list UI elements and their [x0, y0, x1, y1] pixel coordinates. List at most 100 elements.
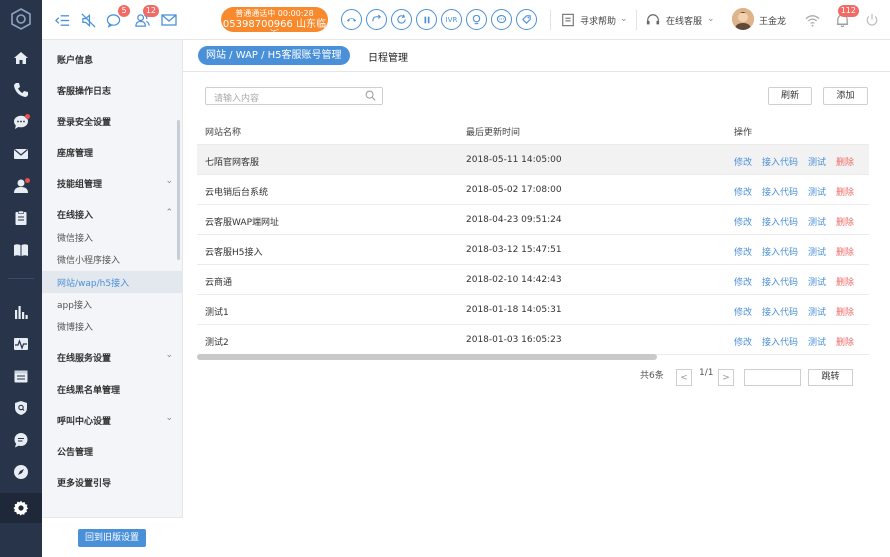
sidebar-item-more-guide[interactable]: 更多设置引导 — [57, 476, 111, 489]
mute-icon[interactable] — [78, 10, 98, 30]
access-code-link[interactable]: 接入代码 — [762, 335, 798, 348]
chevron-down-icon[interactable]: ⌄ — [165, 176, 173, 186]
home-icon[interactable] — [0, 43, 42, 73]
add-button[interactable]: 添加 — [823, 87, 868, 105]
collapse-menu-icon[interactable] — [52, 10, 72, 30]
hangup-icon[interactable] — [341, 9, 362, 30]
table-row[interactable]: 云客服H5接入 2018-03-12 15:47:51 修改 接入代码 测试 删… — [197, 235, 869, 265]
clipboard-icon[interactable] — [0, 203, 42, 233]
sidebar-subitem-app[interactable]: app接入 — [57, 298, 92, 311]
sidebar-subitem-website[interactable]: 网站/wap/h5接入 — [57, 276, 129, 289]
power-icon[interactable] — [862, 10, 882, 30]
sidebar-item-agent-log[interactable]: 客服操作日志 — [57, 84, 111, 97]
test-link[interactable]: 测试 — [808, 275, 826, 288]
access-code-link[interactable]: 接入代码 — [762, 185, 798, 198]
compass-icon[interactable] — [0, 457, 42, 487]
pulse-icon[interactable] — [0, 329, 42, 359]
table-row[interactable]: 云电销后台系统 2018-05-02 17:08:00 修改 接入代码 测试 删… — [197, 175, 869, 205]
access-code-link[interactable]: 接入代码 — [762, 245, 798, 258]
chevron-down-icon[interactable]: ⌄ — [165, 350, 173, 360]
bell-icon[interactable]: 112 — [832, 5, 859, 30]
call-status-pill[interactable]: 普通通话中 00:00:28 05398700966 山东临沂 — [221, 7, 328, 41]
test-link[interactable]: 测试 — [808, 215, 826, 228]
test-link[interactable]: 测试 — [808, 305, 826, 318]
table-row[interactable]: 测试1 2018-01-18 14:05:31 修改 接入代码 测试 删除 — [197, 295, 869, 325]
access-code-link[interactable]: 接入代码 — [762, 275, 798, 288]
user-name[interactable]: 王金龙 — [759, 14, 786, 27]
headset-icon[interactable] — [643, 10, 663, 30]
chevron-up-icon[interactable]: ⌃ — [165, 208, 173, 218]
edit-link[interactable]: 修改 — [734, 155, 752, 168]
test-link[interactable]: 测试 — [808, 245, 826, 258]
tab-website-accounts[interactable]: 网站 / WAP / H5客服账号管理 — [198, 46, 350, 65]
sms-icon[interactable] — [491, 9, 512, 30]
sidebar-item-skill-group[interactable]: 技能组管理 — [57, 177, 102, 190]
shield-icon[interactable] — [0, 393, 42, 423]
next-page-button[interactable]: > — [718, 369, 734, 386]
calendar-icon[interactable] — [0, 361, 42, 391]
table-horizontal-scrollbar[interactable] — [197, 354, 657, 360]
sidebar-subitem-weibo[interactable]: 微博接入 — [57, 320, 93, 333]
test-link[interactable]: 测试 — [808, 335, 826, 348]
delete-link[interactable]: 删除 — [836, 245, 854, 258]
delete-link[interactable]: 删除 — [836, 215, 854, 228]
test-link[interactable]: 测试 — [808, 155, 826, 168]
sidebar-scrollbar[interactable] — [177, 120, 180, 260]
chevron-down-icon[interactable]: ⌄ — [620, 14, 628, 24]
pause-icon[interactable] — [416, 9, 437, 30]
delete-link[interactable]: 删除 — [836, 275, 854, 288]
settings-icon[interactable] — [0, 493, 42, 523]
chat-notification-icon[interactable]: 5 — [103, 5, 130, 30]
user-icon[interactable] — [0, 171, 42, 201]
transfer-icon[interactable] — [366, 9, 387, 30]
edit-link[interactable]: 修改 — [734, 185, 752, 198]
access-code-link[interactable]: 接入代码 — [762, 305, 798, 318]
avatar[interactable] — [732, 8, 754, 30]
search-input[interactable]: 请输入内容 — [205, 87, 383, 105]
delete-link[interactable]: 删除 — [836, 155, 854, 168]
table-row[interactable]: 七陌官网客服 2018-05-11 14:05:00 修改 接入代码 测试 删除 — [197, 145, 869, 175]
sidebar-item-login-security[interactable]: 登录安全设置 — [57, 115, 111, 128]
edit-link[interactable]: 修改 — [734, 215, 752, 228]
sidebar-subitem-miniprogram[interactable]: 微信小程序接入 — [57, 253, 120, 266]
page-jump-button[interactable]: 跳转 — [808, 369, 853, 386]
delete-link[interactable]: 删除 — [836, 185, 854, 198]
book-icon[interactable] — [0, 235, 42, 265]
bar-chart-icon[interactable] — [0, 297, 42, 327]
prev-page-button[interactable]: < — [676, 369, 692, 386]
table-row[interactable]: 测试2 2018-01-03 16:05:23 修改 接入代码 测试 删除 — [197, 325, 869, 355]
refresh-call-icon[interactable] — [391, 9, 412, 30]
mail-icon[interactable] — [0, 139, 42, 169]
table-row[interactable]: 云商通 2018-02-10 14:42:43 修改 接入代码 测试 删除 — [197, 265, 869, 295]
sidebar-item-blacklist[interactable]: 在线黑名单管理 — [57, 383, 120, 396]
mail-icon[interactable] — [159, 10, 179, 30]
test-link[interactable]: 测试 — [808, 185, 826, 198]
chevron-down-icon[interactable]: ⌄ — [165, 413, 173, 423]
sidebar-item-online-service[interactable]: 在线服务设置 — [57, 351, 111, 364]
back-to-old-settings-button[interactable]: 回到旧版设置 — [78, 529, 146, 547]
sidebar-item-seat-management[interactable]: 座席管理 — [57, 146, 93, 159]
edit-link[interactable]: 修改 — [734, 305, 752, 318]
edit-link[interactable]: 修改 — [734, 245, 752, 258]
sidebar-item-online-access[interactable]: 在线接入 — [57, 208, 93, 221]
chat-icon[interactable] — [0, 107, 42, 137]
chevron-down-icon[interactable]: ⌄ — [707, 14, 715, 24]
phone-icon[interactable] — [0, 75, 42, 105]
help-label[interactable]: 寻求帮助 — [580, 14, 616, 27]
table-row[interactable]: 云客服WAP端网址 2018-04-23 09:51:24 修改 接入代码 测试… — [197, 205, 869, 235]
search-icon[interactable] — [365, 90, 376, 104]
delete-link[interactable]: 删除 — [836, 305, 854, 318]
online-service-label[interactable]: 在线客服 — [666, 14, 702, 27]
group-icon[interactable]: 12 — [132, 5, 159, 30]
access-code-link[interactable]: 接入代码 — [762, 215, 798, 228]
edit-link[interactable]: 修改 — [734, 275, 752, 288]
sidebar-item-announcement[interactable]: 公告管理 — [57, 445, 93, 458]
ivr-button[interactable]: IVR — [441, 9, 462, 30]
refresh-button[interactable]: 刷新 — [768, 87, 812, 105]
sidebar-item-account[interactable]: 账户信息 — [57, 53, 93, 66]
sidebar-subitem-wechat[interactable]: 微信接入 — [57, 231, 93, 244]
help-doc-icon[interactable] — [558, 10, 578, 30]
tag-icon[interactable] — [516, 9, 537, 30]
edit-link[interactable]: 修改 — [734, 335, 752, 348]
tab-schedule[interactable]: 日程管理 — [368, 49, 408, 64]
